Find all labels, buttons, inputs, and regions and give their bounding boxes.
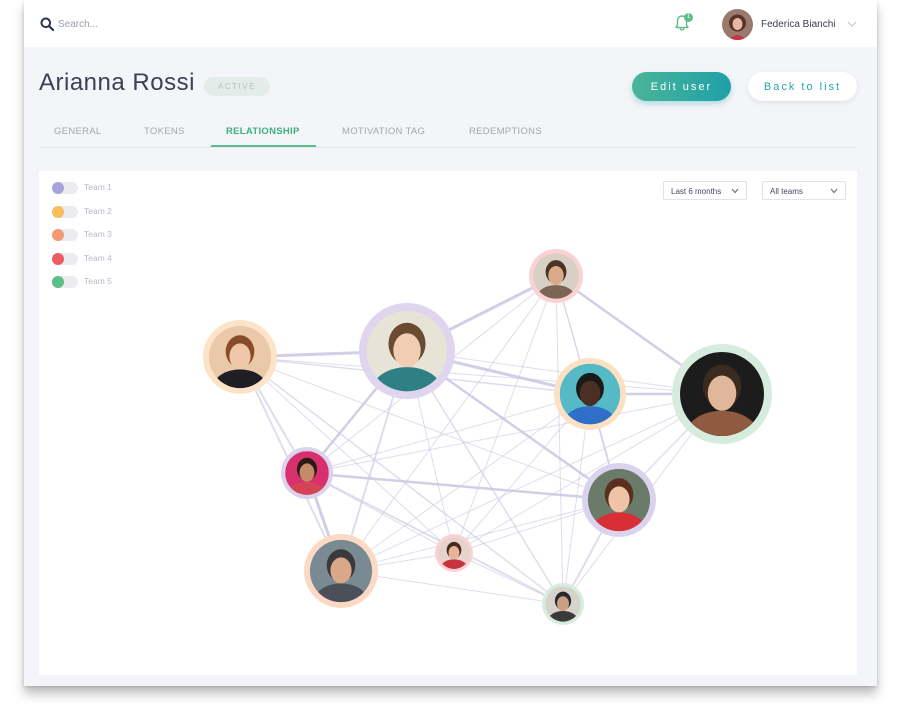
search-icon[interactable] (40, 17, 54, 31)
toggle-knob (52, 229, 64, 241)
relationship-panel: Team 1 Team 2 Team 3 Team 4 Team 5 Last … (39, 171, 857, 675)
person-node[interactable] (304, 534, 378, 618)
back-to-list-button[interactable]: Back to list (748, 72, 857, 101)
tab-redemptions[interactable]: REDEMPTIONS (469, 126, 542, 137)
person-node[interactable] (554, 358, 626, 439)
active-tab-indicator (211, 145, 316, 147)
avatar[interactable] (722, 9, 753, 40)
tab-general[interactable]: GENERAL (54, 126, 102, 137)
relationship-edge (340, 393, 723, 572)
person-node[interactable] (203, 320, 277, 404)
person-node[interactable] (542, 583, 584, 630)
tab-tokens[interactable]: TOKENS (144, 126, 185, 137)
legend-label: Team 4 (84, 253, 112, 263)
toggle-knob (52, 253, 64, 265)
toggle-knob (52, 182, 64, 194)
legend-label: Team 3 (84, 229, 112, 239)
period-select[interactable]: Last 6 months (663, 181, 747, 200)
chevron-down-icon (830, 188, 838, 194)
notification-badge: 1 (684, 13, 693, 22)
search-input[interactable] (58, 15, 258, 33)
toggle-knob (52, 276, 64, 288)
edit-user-button[interactable]: Edit user (632, 72, 731, 101)
user-name[interactable]: Federica Bianchi (761, 19, 835, 30)
status-badge: ACTIVE (204, 77, 270, 96)
app-window: 1 Federica Bianchi Arianna Rossi ACTIVE … (24, 0, 877, 686)
chevron-down-icon (731, 188, 739, 194)
legend-label: Team 5 (84, 276, 112, 286)
team-4-toggle[interactable] (52, 253, 78, 265)
person-node[interactable] (582, 463, 656, 547)
tab-relationship[interactable]: RELATIONSHIP (226, 126, 300, 137)
chevron-down-icon[interactable] (847, 20, 857, 28)
relationship-graph (203, 249, 772, 630)
tab-bar: GENERAL TOKENS RELATIONSHIP MOTIVATION T… (39, 122, 857, 148)
period-select-value: Last 6 months (671, 187, 722, 196)
legend-label: Team 1 (84, 182, 112, 192)
person-node[interactable] (435, 534, 473, 577)
person-node[interactable] (529, 249, 583, 310)
team-3-toggle[interactable] (52, 229, 78, 241)
team-select[interactable]: All teams (762, 181, 846, 200)
team-2-toggle[interactable] (52, 206, 78, 218)
relationship-edge (239, 356, 723, 395)
toggle-knob (52, 206, 64, 218)
person-node[interactable] (359, 303, 455, 411)
relationship-edge (306, 393, 591, 474)
person-node[interactable] (281, 447, 333, 506)
page-title: Arianna Rossi (39, 69, 195, 96)
tab-motivation-tag[interactable]: MOTIVATION TAG (342, 126, 425, 137)
team-1-toggle[interactable] (52, 182, 78, 194)
team-select-value: All teams (770, 187, 803, 196)
relationship-edge (555, 275, 564, 605)
top-bar: 1 Federica Bianchi (24, 0, 877, 47)
team-5-toggle[interactable] (52, 276, 78, 288)
legend-label: Team 2 (84, 206, 112, 216)
